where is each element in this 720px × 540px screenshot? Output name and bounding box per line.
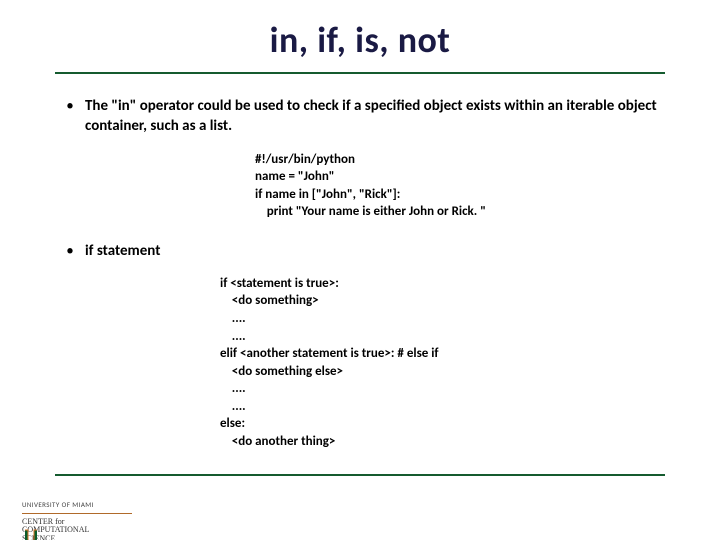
code2-l7: .... xyxy=(220,399,246,414)
slide-title: in, if, is, not xyxy=(0,18,720,62)
bullet-text-1: The "in" operator could be used to check… xyxy=(85,96,665,137)
code2-l5: <do something else> xyxy=(220,364,343,379)
bullet-item-1: • The "in" operator could be used to che… xyxy=(55,96,665,137)
footer-divider xyxy=(55,474,665,476)
code1-l3: print "Your name is either John or Rick.… xyxy=(255,204,486,219)
u-logo-icon xyxy=(22,528,40,540)
bullet-item-2: • if statement xyxy=(55,241,665,261)
code2-l3: .... xyxy=(220,329,246,344)
code1-l2: if name in ["John", "Rick"]: xyxy=(255,187,400,202)
code-block-1: #!/usr/bin/python name = "John" if name … xyxy=(255,151,665,221)
code2-l6: .... xyxy=(220,381,246,396)
code2-l2: .... xyxy=(220,311,246,326)
code1-l1: name = "John" xyxy=(255,169,335,184)
bullet-dot: • xyxy=(55,241,85,261)
code2-l8: else: xyxy=(220,416,245,431)
content-area: • The "in" operator could be used to che… xyxy=(55,96,665,450)
code2-l4: elif <another statement is true>: # else… xyxy=(220,346,439,361)
bullet-text-2: if statement xyxy=(85,241,160,261)
code1-l0: #!/usr/bin/python xyxy=(255,152,355,167)
bullet-dot: • xyxy=(55,96,85,137)
title-underline xyxy=(55,72,665,74)
code2-l1: <do something> xyxy=(220,293,319,308)
code2-l9: <do another thing> xyxy=(220,434,335,449)
footer-orange-line xyxy=(22,513,132,514)
code-block-2: if <statement is true>: <do something> .… xyxy=(220,275,665,450)
footer-univ: UNIVERSITY OF MIAMI xyxy=(22,501,132,509)
code2-l0: if <statement is true>: xyxy=(220,276,339,291)
slide: in, if, is, not • The "in" operator coul… xyxy=(0,18,720,540)
footer: UNIVERSITY OF MIAMI CENTER for COMPUTATI… xyxy=(22,501,132,540)
